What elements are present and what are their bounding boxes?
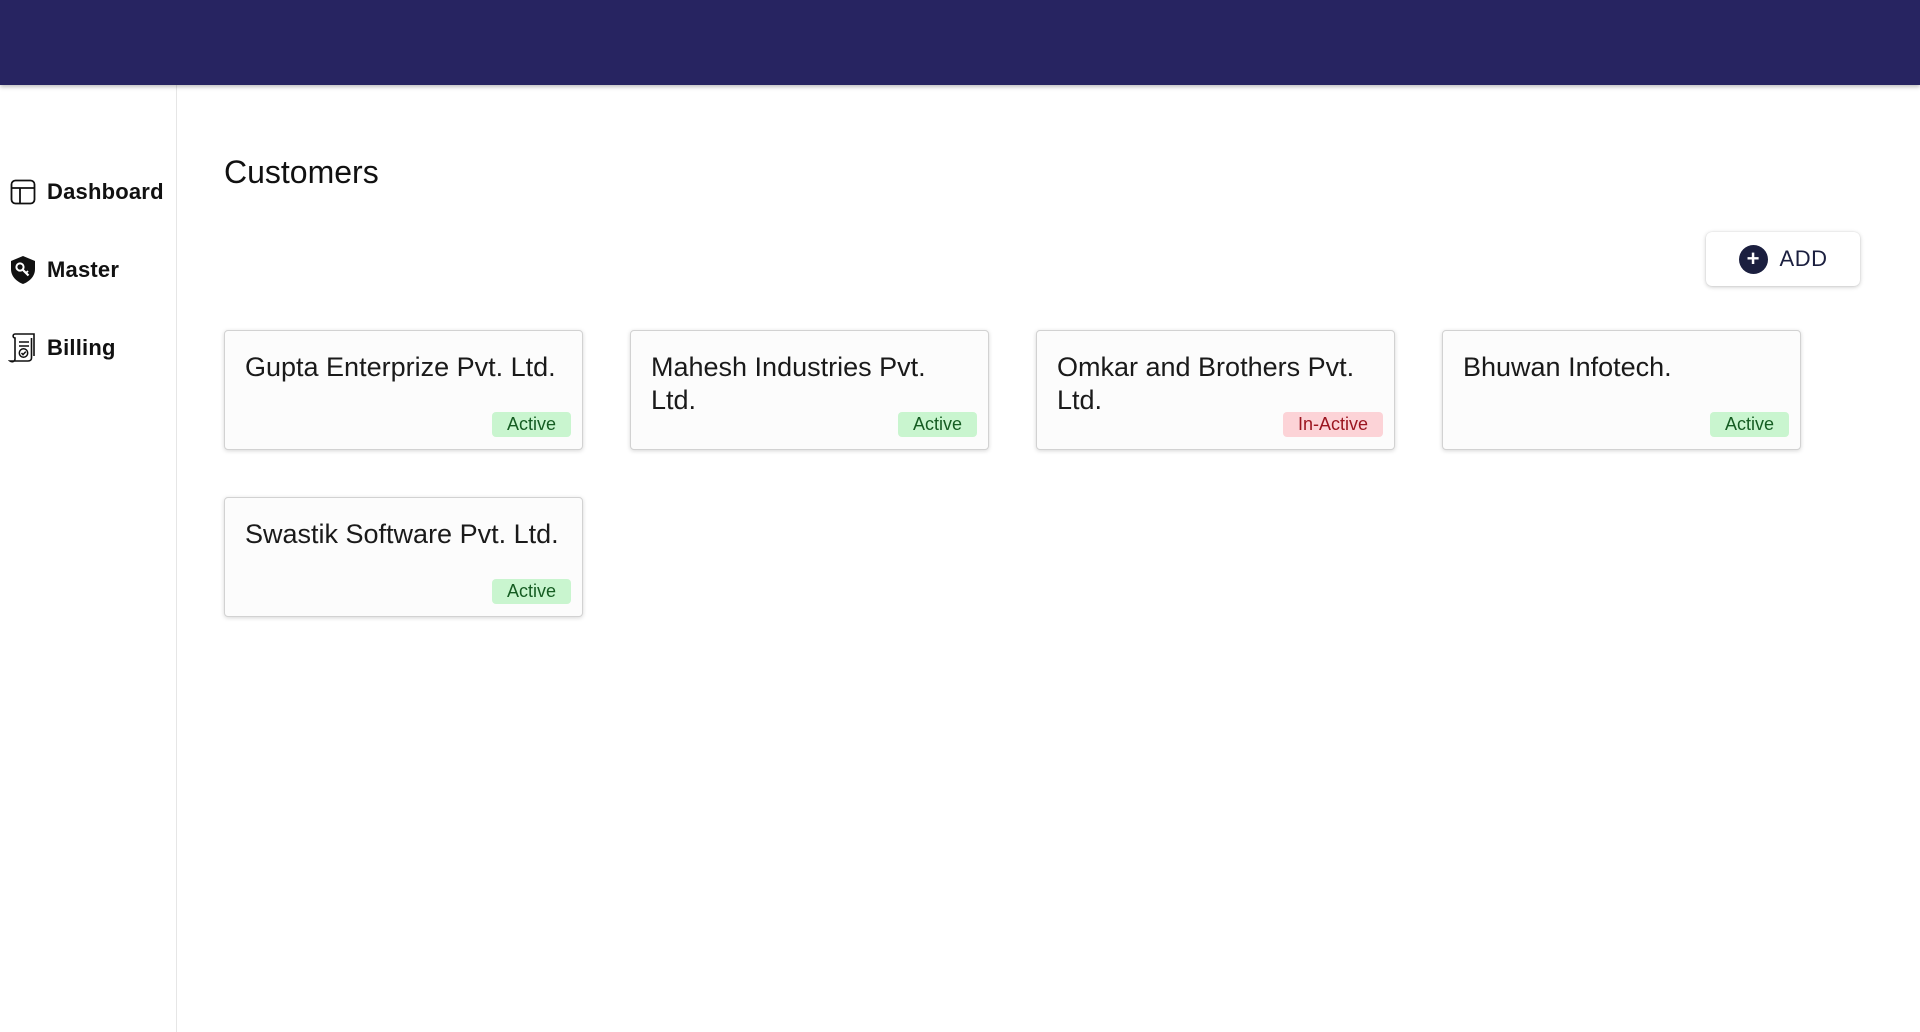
customer-card[interactable]: Omkar and Brothers Pvt. Ltd. In-Active bbox=[1036, 330, 1395, 450]
sidebar-item-label: Dashboard bbox=[47, 179, 164, 204]
shield-key-icon bbox=[8, 255, 38, 285]
plus-circle-icon: + bbox=[1738, 244, 1768, 274]
page-title: Customers bbox=[224, 154, 379, 190]
sidebar: Dashboard Master Billing bbox=[0, 85, 177, 1032]
customer-name: Mahesh Industries Pvt. Ltd. bbox=[651, 352, 926, 415]
customer-card[interactable]: Bhuwan Infotech. Active bbox=[1442, 330, 1801, 450]
sidebar-item-label: Master bbox=[47, 257, 120, 282]
status-badge: Active bbox=[491, 412, 571, 437]
customer-name: Bhuwan Infotech. bbox=[1463, 352, 1672, 382]
customer-name: Gupta Enterprize Pvt. Ltd. bbox=[245, 352, 556, 382]
add-customer-button[interactable]: + ADD bbox=[1706, 232, 1860, 286]
customer-card[interactable]: Swastik Software Pvt. Ltd. Active bbox=[224, 497, 583, 617]
sidebar-item-dashboard[interactable]: Dashboard bbox=[8, 172, 173, 212]
customer-name: Swastik Software Pvt. Ltd. bbox=[245, 519, 559, 549]
status-badge: Active bbox=[897, 412, 977, 437]
add-button-label: ADD bbox=[1779, 246, 1828, 271]
sidebar-item-label: Billing bbox=[47, 335, 116, 360]
status-badge: Active bbox=[491, 579, 571, 604]
bill-icon bbox=[8, 333, 38, 363]
status-badge: Active bbox=[1709, 412, 1789, 437]
customer-card[interactable]: Gupta Enterprize Pvt. Ltd. Active bbox=[224, 330, 583, 450]
sidebar-item-billing[interactable]: Billing bbox=[8, 328, 173, 368]
customer-card[interactable]: Mahesh Industries Pvt. Ltd. Active bbox=[630, 330, 989, 450]
top-app-bar bbox=[0, 0, 1920, 85]
status-badge: In-Active bbox=[1282, 412, 1383, 437]
sidebar-item-master[interactable]: Master bbox=[8, 250, 173, 290]
dashboard-icon bbox=[8, 177, 38, 207]
customer-name: Omkar and Brothers Pvt. Ltd. bbox=[1057, 352, 1355, 415]
